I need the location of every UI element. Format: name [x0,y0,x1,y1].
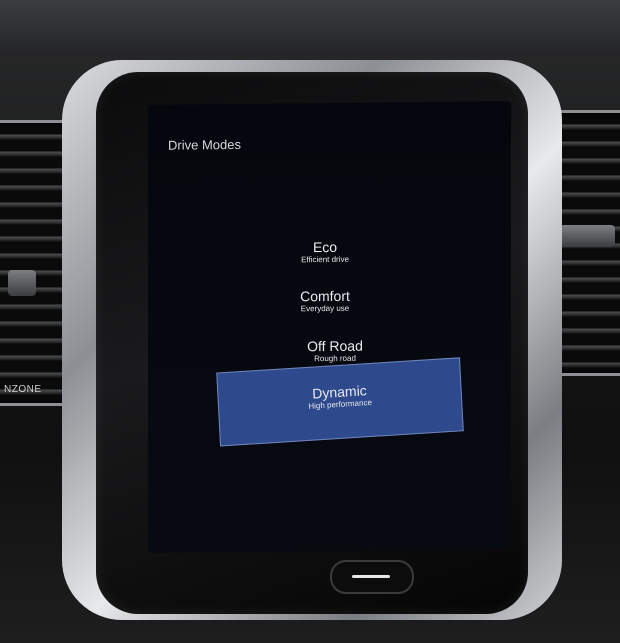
drive-mode-dynamic-selected[interactable]: Dynamic High performance [216,357,464,447]
drive-mode-eco[interactable]: Eco Efficient drive [205,238,445,267]
home-button-icon [352,575,390,578]
drive-mode-description: Everyday use [300,303,350,314]
dashboard-top-trim [0,0,620,50]
drive-mode-description: Efficient drive [301,254,349,265]
climate-zone-label: NZONE [4,384,42,395]
infotainment-screen: Drive Modes Eco Efficient drive Comfort … [148,101,511,553]
selected-mode-label-group: Dynamic High performance [218,376,461,417]
left-vent-knob[interactable] [8,270,36,296]
home-button[interactable] [330,560,414,594]
screen-title: Drive Modes [168,136,241,153]
right-vent-knob[interactable] [560,225,615,247]
drive-mode-comfort[interactable]: Comfort Everyday use [205,287,445,316]
